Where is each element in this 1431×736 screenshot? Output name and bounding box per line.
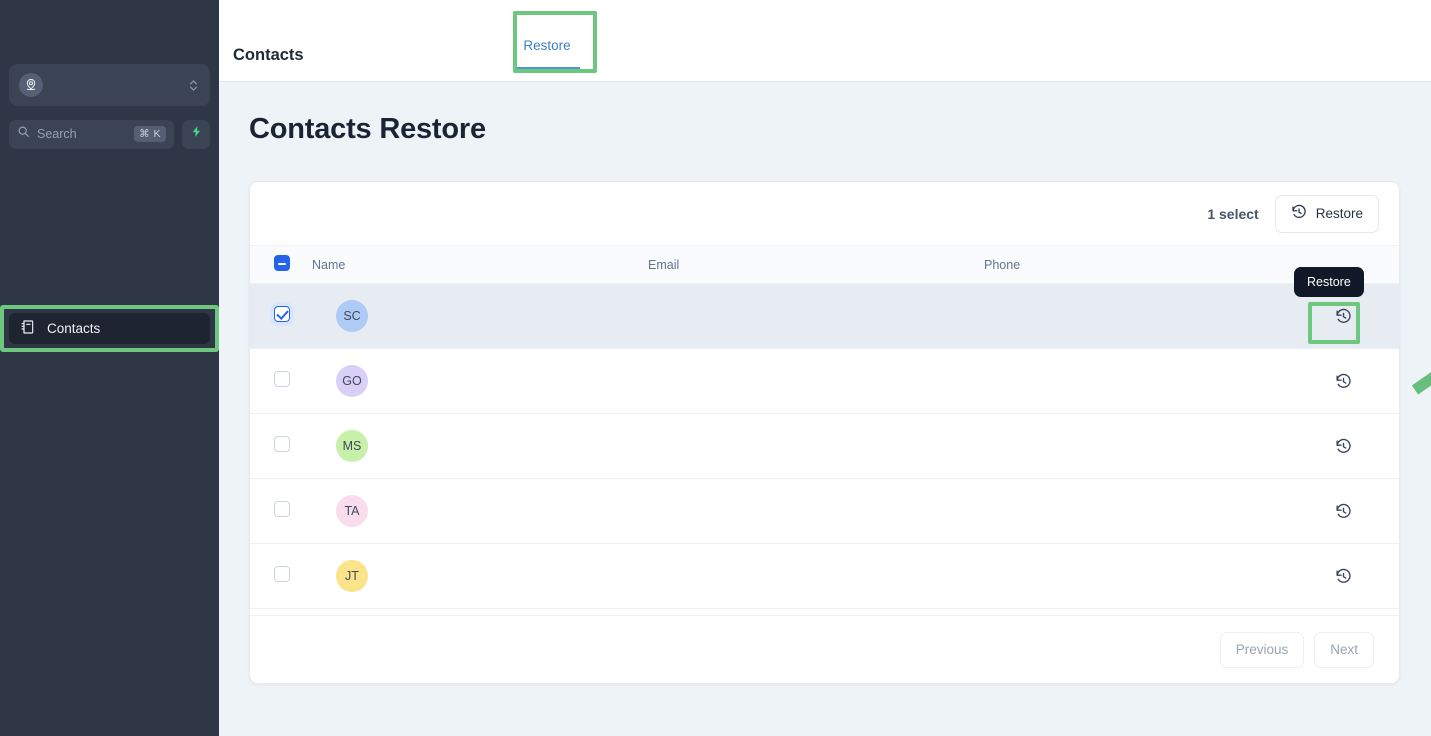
- restore-tooltip: Restore: [1294, 267, 1364, 297]
- page-title: Contacts Restore: [249, 113, 486, 145]
- avatar: SC: [336, 300, 368, 332]
- row-name-cell: TA: [312, 478, 648, 544]
- avatar-initials: GO: [342, 374, 362, 388]
- header-email[interactable]: Email: [648, 245, 984, 284]
- row-checkbox[interactable]: [274, 435, 290, 452]
- row-checkbox[interactable]: [274, 370, 290, 387]
- location-user-icon: [19, 73, 43, 97]
- header-phone[interactable]: Phone: [984, 245, 1284, 284]
- quick-action-button[interactable]: [182, 119, 210, 149]
- table-row[interactable]: TA: [250, 478, 1399, 544]
- avatar-initials: JT: [345, 569, 359, 583]
- search-icon: [17, 125, 30, 143]
- row-phone-cell: [984, 478, 1284, 544]
- table-header-row: Name Email Phone: [250, 245, 1399, 284]
- search-input[interactable]: Search ⌘ K: [9, 119, 174, 149]
- row-actions-cell: [1284, 543, 1399, 609]
- tab-bar: Restore: [514, 38, 580, 69]
- next-page-button[interactable]: Next: [1314, 631, 1374, 668]
- contacts-restore-card: 1 select Restore Name Email Phone SC GO …: [249, 181, 1400, 684]
- sidebar-item-label: Contacts: [47, 321, 101, 336]
- search-shortcut-badge: ⌘ K: [134, 126, 166, 142]
- table-body: SC GO MS TA JT: [250, 283, 1399, 609]
- row-phone-cell: [984, 283, 1284, 349]
- lightning-bolt-icon: [190, 125, 203, 143]
- row-restore-button[interactable]: [1329, 497, 1357, 525]
- row-phone-cell: [984, 348, 1284, 414]
- avatar: MS: [336, 430, 368, 462]
- row-actions-cell: [1284, 413, 1399, 479]
- row-restore-button[interactable]: [1329, 367, 1357, 395]
- avatar-initials: MS: [342, 439, 362, 453]
- table-head: Name Email Phone: [250, 245, 1399, 284]
- row-select-cell: [250, 348, 312, 414]
- table-row[interactable]: MS: [250, 413, 1399, 479]
- row-email-cell: [648, 348, 984, 414]
- topbar: Contacts Restore: [219, 0, 1431, 82]
- row-name-cell: MS: [312, 413, 648, 479]
- avatar: JT: [336, 560, 368, 592]
- app-root: Search ⌘ K Contacts Contacts Restore Con…: [0, 0, 1431, 736]
- row-email-cell: [648, 543, 984, 609]
- header-select-all-cell: [250, 245, 312, 284]
- row-email-cell: [648, 478, 984, 544]
- selection-count: 1 select: [1207, 205, 1259, 222]
- pagination-bar: Previous Next: [250, 615, 1399, 683]
- select-all-checkbox[interactable]: [274, 255, 290, 271]
- row-select-cell: [250, 283, 312, 349]
- row-checkbox[interactable]: [274, 305, 290, 322]
- row-name-cell: SC: [312, 283, 648, 349]
- annotation-arrow: [1411, 372, 1431, 395]
- restore-button[interactable]: Restore: [1274, 194, 1379, 233]
- restore-button-label: Restore: [1315, 206, 1363, 221]
- search-placeholder: Search: [37, 127, 77, 141]
- row-restore-button[interactable]: [1329, 562, 1357, 590]
- table-row[interactable]: SC: [250, 283, 1399, 349]
- row-name-cell: GO: [312, 348, 648, 414]
- restore-clock-icon: [1291, 204, 1307, 223]
- avatar-initials: SC: [343, 309, 361, 323]
- chevron-updown-icon[interactable]: [186, 78, 200, 93]
- avatar-initials: TA: [344, 504, 360, 518]
- sidebar: Search ⌘ K Contacts: [0, 0, 219, 736]
- row-checkbox[interactable]: [274, 500, 290, 517]
- row-name-cell: JT: [312, 543, 648, 609]
- row-restore-button[interactable]: [1329, 432, 1357, 460]
- row-checkbox[interactable]: [274, 565, 290, 582]
- previous-page-button[interactable]: Previous: [1219, 631, 1305, 668]
- avatar: TA: [336, 495, 368, 527]
- row-actions-cell: [1284, 478, 1399, 544]
- row-select-cell: [250, 478, 312, 544]
- page-header-title: Contacts: [233, 46, 304, 64]
- row-phone-cell: [984, 413, 1284, 479]
- main-content: Contacts Restore Contacts Restore 1 sele…: [219, 0, 1431, 736]
- tab-restore[interactable]: Restore: [514, 38, 580, 69]
- row-restore-button[interactable]: [1329, 302, 1357, 330]
- header-name[interactable]: Name: [312, 245, 648, 284]
- contact-book-icon: [20, 319, 36, 338]
- sidebar-item-contacts[interactable]: Contacts: [9, 313, 210, 344]
- sidebar-search-row: Search ⌘ K: [0, 119, 219, 149]
- table-row[interactable]: GO: [250, 348, 1399, 414]
- table-row[interactable]: JT: [250, 543, 1399, 609]
- avatar: GO: [336, 365, 368, 397]
- row-email-cell: [648, 413, 984, 479]
- row-actions-cell: [1284, 348, 1399, 414]
- row-select-cell: [250, 413, 312, 479]
- workspace-switcher[interactable]: [9, 64, 210, 106]
- row-email-cell: [648, 283, 984, 349]
- row-phone-cell: [984, 543, 1284, 609]
- card-toolbar: 1 select Restore: [250, 182, 1399, 245]
- contacts-table: Name Email Phone SC GO MS TA JT: [250, 245, 1399, 609]
- row-select-cell: [250, 543, 312, 609]
